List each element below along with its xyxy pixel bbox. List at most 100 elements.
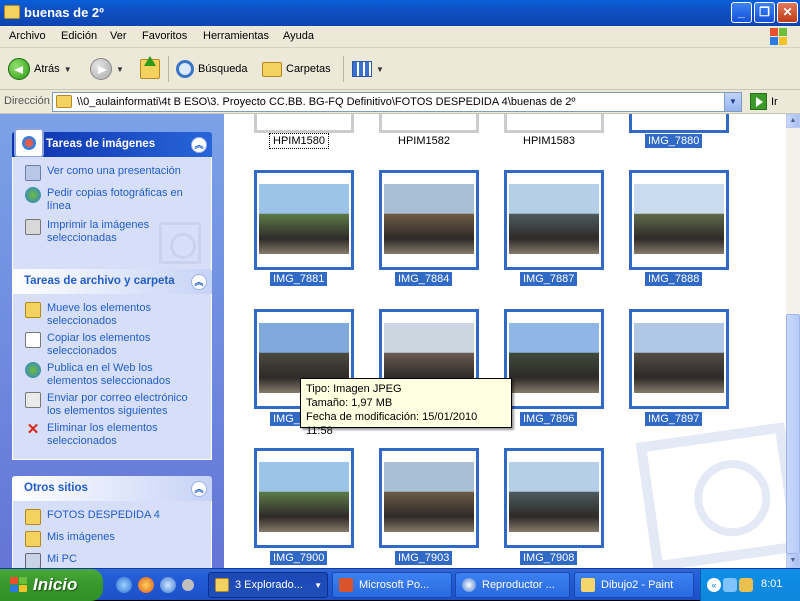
- task-order-prints[interactable]: Pedir copias fotográficas en línea: [25, 187, 203, 213]
- globe-icon: [25, 362, 41, 378]
- thumbnail-frame[interactable]: [379, 114, 479, 133]
- tooltip-type: Tipo: Imagen JPEG: [306, 383, 402, 395]
- folder-icon: [56, 95, 72, 108]
- collapse-chevron-icon[interactable]: ︽: [191, 137, 207, 153]
- forward-arrow-icon: [90, 58, 112, 80]
- scroll-down-icon[interactable]: ▼: [786, 554, 800, 568]
- photo-thumbnail: [509, 184, 599, 254]
- photo-thumbnail: [259, 462, 349, 532]
- task-publish-web[interactable]: Publica en el Web los elementos seleccio…: [25, 362, 203, 388]
- up-folder-button[interactable]: [140, 56, 160, 81]
- menu-edicion[interactable]: Edición: [61, 30, 97, 42]
- back-dropdown-icon[interactable]: ▼: [64, 65, 72, 74]
- browser-icon[interactable]: [160, 577, 176, 593]
- start-button[interactable]: Inicio: [0, 569, 103, 601]
- back-button[interactable]: Atrás ▼: [8, 57, 72, 81]
- internet-explorer-icon[interactable]: [116, 577, 132, 593]
- firefox-icon[interactable]: [138, 577, 154, 593]
- collapse-chevron-icon[interactable]: ︽: [191, 274, 207, 290]
- thumbnail-frame[interactable]: [379, 170, 479, 270]
- close-button[interactable]: ✕: [777, 2, 798, 23]
- thumbnail-label[interactable]: IMG_7880: [645, 134, 703, 148]
- other-places-header[interactable]: Otros sitios ︽: [12, 476, 212, 501]
- title-bar[interactable]: buenas de 2º _ ❐ ✕: [0, 0, 800, 26]
- search-icon: [176, 60, 194, 78]
- thumbnail-label[interactable]: IMG_7908: [520, 551, 578, 565]
- task-email[interactable]: Enviar por correo electrónico los elemen…: [25, 392, 203, 418]
- vertical-scrollbar[interactable]: ▲ ▼: [786, 114, 800, 568]
- group-dropdown-icon: ▼: [314, 580, 322, 590]
- thumbnail-label[interactable]: IMG_7881: [270, 272, 328, 286]
- thumbnail-frame[interactable]: [254, 114, 354, 133]
- thumbnail-label[interactable]: IMG_7900: [270, 551, 328, 565]
- quicklaunch-more-icon[interactable]: [182, 579, 194, 591]
- minimize-button[interactable]: _: [731, 2, 752, 23]
- forward-button[interactable]: ▼: [90, 57, 124, 81]
- task-media-player[interactable]: Reproductor ...: [455, 572, 570, 598]
- thumbnail-frame[interactable]: [254, 170, 354, 270]
- thumbnail-label[interactable]: IMG_7903: [395, 551, 453, 565]
- thumbnail-frame[interactable]: [504, 309, 604, 409]
- task-slideshow[interactable]: Ver como una presentación: [25, 165, 203, 181]
- folders-button[interactable]: Carpetas: [262, 57, 331, 81]
- volume-icon[interactable]: [739, 578, 753, 592]
- thumbnail-frame[interactable]: [379, 448, 479, 548]
- thumbnail-label[interactable]: IMG_7887: [520, 272, 578, 286]
- other-places-panel: Otros sitios ︽ FOTOS DESPEDIDA 4 Mis imá…: [12, 476, 212, 568]
- address-input[interactable]: \\0_aulainformati\4t B ESO\3. Proyecto C…: [52, 92, 742, 112]
- thumbnail-frame[interactable]: [254, 448, 354, 548]
- tray-expand-icon[interactable]: «: [707, 578, 721, 592]
- task-label: 3 Explorado...: [235, 579, 303, 591]
- task-powerpoint[interactable]: Microsoft Po...: [332, 572, 452, 598]
- go-button[interactable]: Ir: [750, 93, 778, 110]
- thumbnail-frame[interactable]: [629, 114, 729, 133]
- views-button[interactable]: ▼: [352, 57, 384, 81]
- thumbnail-label[interactable]: IMG_7896: [520, 412, 578, 426]
- task-explorer[interactable]: 3 Explorado... ▼: [208, 572, 328, 598]
- scroll-up-icon[interactable]: ▲: [786, 114, 800, 128]
- search-button[interactable]: Búsqueda: [176, 57, 248, 81]
- place-my-pictures[interactable]: Mis imágenes: [25, 531, 203, 547]
- menu-ver[interactable]: Ver: [110, 30, 127, 42]
- thumbnail-frame[interactable]: [504, 448, 604, 548]
- menu-herramientas[interactable]: Herramientas: [203, 30, 269, 42]
- place-my-computer[interactable]: Mi PC: [25, 553, 203, 568]
- task-copy[interactable]: Copiar los elementos seleccionados: [25, 332, 203, 358]
- task-delete[interactable]: ✕ Eliminar los elementos seleccionados: [25, 422, 203, 448]
- collapse-chevron-icon[interactable]: ︽: [191, 481, 207, 497]
- views-dropdown-icon[interactable]: ▼: [376, 65, 384, 74]
- thumbnail-label[interactable]: IMG_7897: [645, 412, 703, 426]
- network-icon[interactable]: [723, 578, 737, 592]
- menu-archivo[interactable]: Archivo: [9, 30, 46, 42]
- task-label: Enviar por correo electrónico los elemen…: [47, 392, 188, 417]
- thumbnail-frame[interactable]: [629, 170, 729, 270]
- maximize-button[interactable]: ❐: [754, 2, 775, 23]
- image-tasks-header[interactable]: Tareas de imágenes ︽: [12, 128, 212, 158]
- photo-thumbnail: [509, 462, 599, 532]
- back-arrow-icon: [8, 58, 30, 80]
- thumbnail-label[interactable]: IMG_7884: [395, 272, 453, 286]
- forward-dropdown-icon[interactable]: ▼: [116, 65, 124, 74]
- task-paint[interactable]: Dibujo2 - Paint: [574, 572, 694, 598]
- thumbnail-label[interactable]: HPIM1582: [395, 134, 453, 148]
- computer-icon: [25, 553, 41, 568]
- scroll-thumb[interactable]: [786, 314, 800, 554]
- menu-ayuda[interactable]: Ayuda: [283, 30, 314, 42]
- other-places-title: Otros sitios: [24, 482, 88, 494]
- thumbnail-frame[interactable]: [504, 170, 604, 270]
- file-view[interactable]: HPIM1580 HPIM1582 HPIM1583 IMG_7880 IMG_7881…: [224, 114, 786, 568]
- thumbnail-frame[interactable]: [504, 114, 604, 133]
- thumbnail-label[interactable]: HPIM1583: [520, 134, 578, 148]
- photo-icon: [14, 128, 44, 158]
- file-tasks-header[interactable]: Tareas de archivo y carpeta ︽: [12, 269, 212, 294]
- media-player-icon: [462, 578, 476, 592]
- task-move[interactable]: Mueve los elementos seleccionados: [25, 302, 203, 328]
- menu-favoritos[interactable]: Favoritos: [142, 30, 187, 42]
- thumbnail-frame[interactable]: [629, 309, 729, 409]
- thumbnail-label[interactable]: HPIM1580: [269, 133, 329, 149]
- place-fotos-despedida[interactable]: FOTOS DESPEDIDA 4: [25, 509, 203, 525]
- folders-label: Carpetas: [286, 63, 331, 75]
- thumbnail-label[interactable]: IMG_7888: [645, 272, 703, 286]
- tooltip-size: Tamaño: 1,97 MB: [306, 397, 393, 409]
- address-dropdown-icon[interactable]: ▼: [724, 93, 741, 111]
